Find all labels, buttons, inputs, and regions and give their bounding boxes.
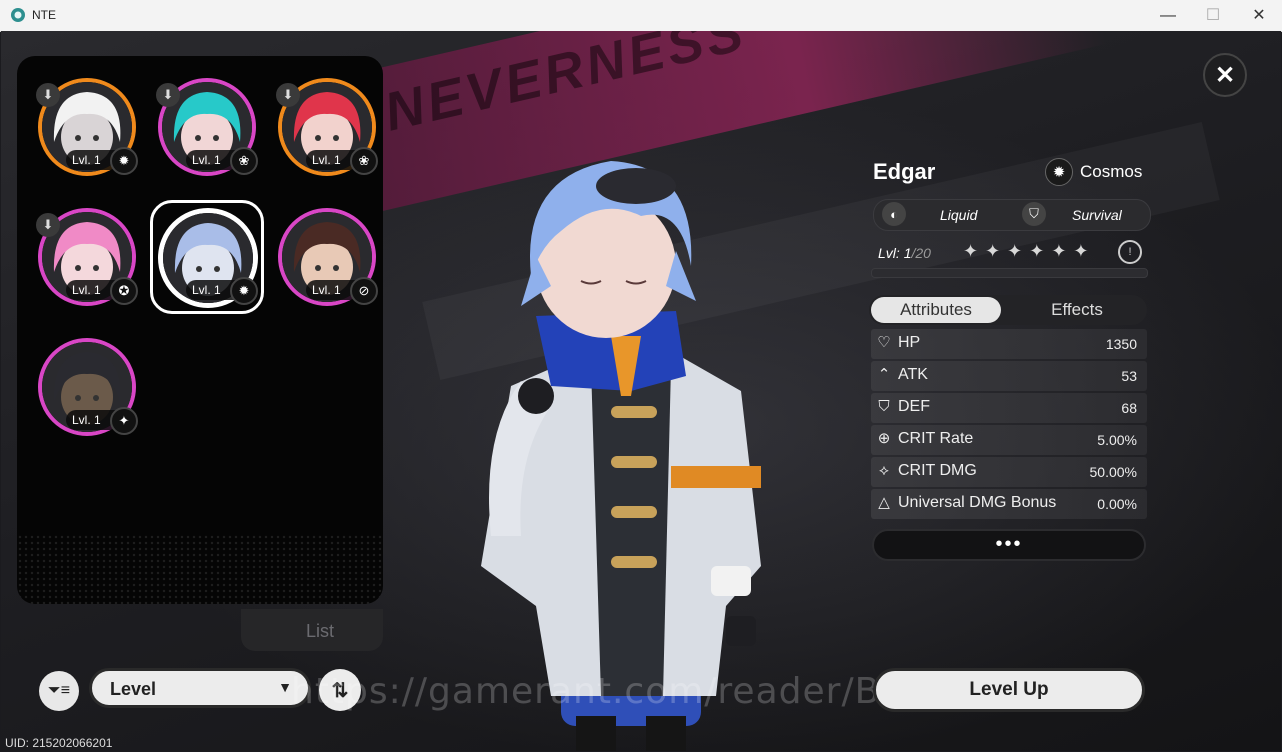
chevron-down-icon: ▼ <box>278 679 292 695</box>
psyche-icon: ✪ <box>110 277 138 305</box>
character-card[interactable]: Lvl. 1 ✹ <box>150 200 264 314</box>
uid-label: UID: 215202066201 <box>5 736 113 750</box>
stat-label: ATK <box>898 366 928 383</box>
character-card[interactable]: ⬇ Lvl. 1 ❀ <box>276 78 378 176</box>
stat-row: ⊕ CRIT Rate 5.00% <box>871 425 1147 455</box>
character-card[interactable]: ⬇ Lvl. 1 ✹ <box>36 78 138 176</box>
tab-effects[interactable]: Effects <box>1009 297 1145 323</box>
list-tab[interactable]: List <box>241 609 383 651</box>
list-tab-label: List <box>306 621 335 641</box>
stat-tabs: Attributes Effects <box>869 295 1147 325</box>
shield-icon: ⛉ <box>1022 202 1046 226</box>
stat-value: 0.00% <box>1097 496 1137 512</box>
stat-label: Universal DMG Bonus <box>898 494 1057 511</box>
filter-button[interactable]: ⏷≡ <box>39 671 79 711</box>
atk-icon: ⌃ <box>877 366 891 383</box>
window-close-button[interactable]: ✕ <box>1236 0 1282 31</box>
info-icon[interactable]: ! <box>1118 240 1142 264</box>
crit-rate-icon: ⊕ <box>877 430 891 447</box>
heart-icon: ♡ <box>877 334 891 351</box>
close-icon: ✕ <box>1214 61 1236 89</box>
more-button[interactable]: ••• <box>872 529 1146 561</box>
window-titlebar: NTE — ☐ ✕ <box>0 0 1282 32</box>
minimize-button[interactable]: — <box>1145 0 1191 31</box>
cosmos-icon: ✹ <box>1045 158 1073 186</box>
chaos-icon: ✦ <box>110 407 138 435</box>
download-icon: ⬇ <box>36 213 60 237</box>
character-card[interactable]: ⬇ Lvl. 1 ✪ <box>36 208 138 306</box>
app-icon <box>11 8 25 22</box>
character-card[interactable]: Lvl. 1 ✦ <box>38 338 138 436</box>
cosmos-icon: ✹ <box>230 277 258 305</box>
download-icon: ⬇ <box>36 83 60 107</box>
faction: ✹ Cosmos <box>1045 158 1155 186</box>
crit-dmg-icon: ⟡ <box>879 462 889 479</box>
faction-label: Cosmos <box>1080 162 1143 181</box>
stat-label: DEF <box>898 398 930 415</box>
exp-bar <box>871 268 1148 278</box>
anima-icon: ❀ <box>230 147 258 175</box>
tag-survival: Survival <box>1072 207 1122 223</box>
stat-row: ⛉ DEF 68 <box>871 393 1147 423</box>
download-icon: ⬇ <box>276 83 300 107</box>
stat-value: 5.00% <box>1097 432 1137 448</box>
level-up-button[interactable]: Level Up <box>873 668 1145 712</box>
stat-row: ♡ HP 1350 <box>871 329 1147 359</box>
stat-row: ⌃ ATK 53 <box>871 361 1147 391</box>
anima-icon: ❀ <box>350 147 378 175</box>
character-name: Edgar <box>873 159 936 184</box>
stat-row: ⟡ CRIT DMG 50.00% <box>871 457 1147 487</box>
character-card[interactable]: Lvl. 1 ⊘ <box>278 208 378 306</box>
ascension-stars: ✦✦✦✦✦✦ <box>963 241 1096 261</box>
stat-value: 53 <box>1121 368 1137 384</box>
sort-dropdown-label: Level <box>110 679 157 699</box>
game-viewport: NEVERNESS List ⬇ Lvl. 1 ✹ ⬇ Lvl. 1 ❀ ⬇ L… <box>1 31 1281 751</box>
character-card[interactable]: ⬇ Lvl. 1 ❀ <box>156 78 258 176</box>
download-icon: ⬇ <box>156 83 180 107</box>
stat-value: 50.00% <box>1089 464 1137 480</box>
stat-label: HP <box>898 334 921 351</box>
stat-value: 1350 <box>1105 336 1137 352</box>
sort-dropdown[interactable]: Level ▼ <box>89 668 311 708</box>
maximize-button[interactable]: ☐ <box>1190 0 1236 31</box>
liquid-icon: ◐ <box>882 202 906 226</box>
level-prefix: Lvl: <box>878 245 904 261</box>
tab-attributes[interactable]: Attributes <box>871 297 1001 323</box>
stat-row: △ Universal DMG Bonus 0.00% <box>871 489 1147 519</box>
stat-value: 68 <box>1121 400 1137 416</box>
def-icon: ⛉ <box>878 398 890 415</box>
stat-label: CRIT DMG <box>898 462 977 479</box>
tag-liquid: Liquid <box>940 207 978 223</box>
level-max: /20 <box>911 245 931 261</box>
close-button[interactable]: ✕ <box>1203 53 1247 97</box>
level-text: Lvl: 1/20 <box>878 245 931 261</box>
stat-label: CRIT Rate <box>898 430 974 447</box>
character-model <box>481 161 761 751</box>
window-title: NTE <box>32 8 56 22</box>
cosmos-icon: ✹ <box>110 147 138 175</box>
roster-panel-pattern <box>17 534 383 604</box>
character-tags: ◐ Liquid ⛉ Survival <box>873 199 1151 231</box>
filter-icon: ⏷≡ <box>47 682 71 699</box>
incantation-icon: ⊘ <box>350 277 378 305</box>
dmg-bonus-icon: △ <box>878 494 890 511</box>
